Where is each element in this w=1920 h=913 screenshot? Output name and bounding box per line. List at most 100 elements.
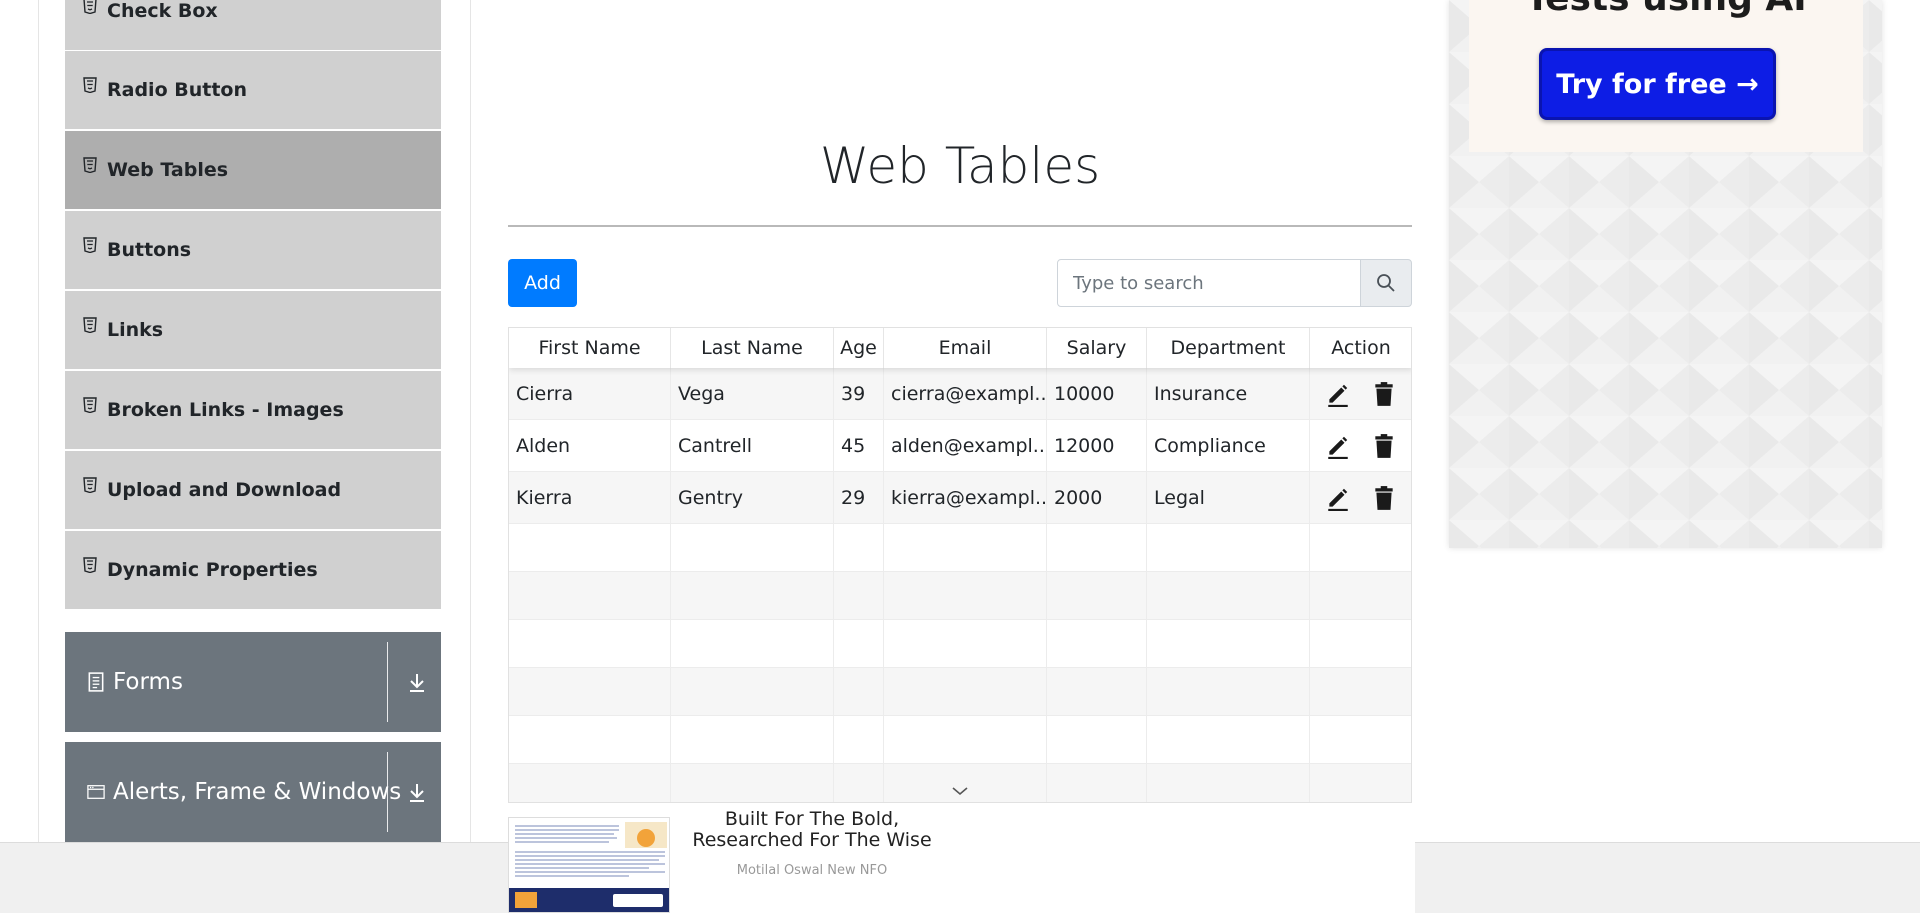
cell-empty [671, 524, 834, 572]
sidebar-item-check-box[interactable]: Check Box [65, 0, 441, 51]
cell-empty [1147, 572, 1310, 620]
window-icon [87, 785, 105, 799]
cell-empty [671, 716, 834, 764]
cell-first: Cierra [509, 368, 671, 420]
cell-empty [1147, 668, 1310, 716]
cell-empty [834, 572, 884, 620]
cell-empty [509, 668, 671, 716]
column-header-email[interactable]: Email [884, 328, 1047, 368]
trash-icon[interactable] [1371, 485, 1397, 511]
ad-title[interactable]: Built For The Bold, Researched For The W… [670, 809, 954, 851]
cell-empty [884, 620, 1047, 668]
sidebar-item-label: Check Box [107, 0, 218, 22]
cell-empty [1047, 668, 1147, 716]
sidebar-item-broken-links-images[interactable]: Broken Links - Images [65, 371, 441, 450]
sidebar-item-label: Links [107, 319, 164, 341]
column-header-department[interactable]: Department [1147, 328, 1310, 368]
cell-empty [671, 620, 834, 668]
cell-empty [884, 524, 1047, 572]
sidebar-item-label: Broken Links - Images [107, 399, 344, 421]
sidebar-item-web-tables[interactable]: Web Tables [65, 131, 441, 210]
column-header-first-name[interactable]: First Name [509, 328, 671, 368]
ad-top-panel: Tests using AI Try for free → [1469, 0, 1863, 152]
cell-empty [1047, 524, 1147, 572]
right-advertisement[interactable]: Tests using AI Try for free → [1449, 0, 1882, 548]
table-row-empty [509, 524, 1411, 572]
cell-empty [1047, 764, 1147, 802]
trash-icon[interactable] [1371, 433, 1397, 459]
cell-empty [834, 524, 884, 572]
table-row-empty [509, 620, 1411, 668]
bottom-advertisement[interactable]: Built For The Bold, Researched For The W… [508, 803, 1415, 913]
cell-last: Cantrell [671, 420, 834, 472]
cell-empty [1310, 668, 1411, 716]
sidebar-item-label: Radio Button [107, 79, 247, 101]
cell-last: Gentry [671, 472, 834, 524]
edit-pencil-icon[interactable] [1325, 381, 1351, 407]
cell-empty [1310, 764, 1411, 802]
cell-age: 45 [834, 420, 884, 472]
search-button[interactable] [1360, 259, 1412, 307]
table-row: Cierra Vega 39 cierra@exampl... 10000 Insuran… [509, 368, 1411, 420]
table-row-empty [509, 572, 1411, 620]
cell-first: Alden [509, 420, 671, 472]
cell-empty [1310, 716, 1411, 764]
cell-empty [671, 668, 834, 716]
cell-empty [834, 620, 884, 668]
table-row: Kierra Gentry 29 kierra@exampl... 2000 Legal [509, 472, 1411, 524]
group-divider [387, 642, 388, 722]
sidebar-item-buttons[interactable]: Buttons [65, 211, 441, 290]
cell-action [1310, 472, 1411, 524]
column-header-action[interactable]: Action [1310, 328, 1411, 368]
sidebar-item-label: Web Tables [107, 159, 229, 181]
column-header-age[interactable]: Age [834, 328, 884, 368]
add-button[interactable]: Add [508, 259, 577, 307]
cell-action [1310, 368, 1411, 420]
cell-empty [884, 572, 1047, 620]
cell-empty [1047, 716, 1147, 764]
cell-first: Kierra [509, 472, 671, 524]
try-for-free-button[interactable]: Try for free → [1539, 48, 1776, 120]
column-header-last-name[interactable]: Last Name [671, 328, 834, 368]
column-header-salary[interactable]: Salary [1047, 328, 1147, 368]
edit-pencil-icon[interactable] [1325, 485, 1351, 511]
edit-pencil-icon[interactable] [1325, 433, 1351, 459]
ad-heading: Tests using AI [1469, 0, 1863, 19]
sidebar-item-links[interactable]: Links [65, 291, 441, 370]
ad-thumbnail[interactable] [508, 817, 670, 913]
group-header-forms[interactable]: Forms [65, 632, 441, 732]
sidebar-item-label: Upload and Download [107, 479, 342, 501]
cell-empty [1047, 572, 1147, 620]
html5-icon [83, 557, 97, 573]
ad-thumbnail-image [509, 818, 669, 912]
table-row: Alden Cantrell 45 alden@exampl... 12000 Compl… [509, 420, 1411, 472]
html5-icon [83, 237, 97, 253]
sidebar-item-dynamic-properties[interactable]: Dynamic Properties [65, 531, 441, 610]
cell-empty [509, 572, 671, 620]
cell-department: Legal [1147, 472, 1310, 524]
download-arrow-icon[interactable] [407, 780, 427, 804]
page-title: Web Tables [819, 137, 1101, 195]
group-divider [387, 752, 388, 832]
title-divider [508, 225, 1412, 227]
cell-department: Insurance [1147, 368, 1310, 420]
sidebar-item-upload-and-download[interactable]: Upload and Download [65, 451, 441, 530]
chevron-down-icon[interactable] [950, 784, 970, 798]
group-header-alerts[interactable]: Alerts, Frame & Windows [65, 742, 441, 842]
cell-empty [1310, 572, 1411, 620]
cell-age: 39 [834, 368, 884, 420]
cell-email: kierra@exampl... [884, 472, 1047, 524]
sidebar-item-radio-button[interactable]: Radio Button [65, 51, 441, 130]
cell-empty [509, 620, 671, 668]
cell-empty [671, 764, 834, 802]
group-label-alerts: Alerts, Frame & Windows [113, 779, 402, 805]
group-label-forms: Forms [113, 669, 183, 695]
cell-salary: 10000 [1047, 368, 1147, 420]
sidebar-item-label: Buttons [107, 239, 192, 261]
table-row-empty [509, 668, 1411, 716]
search-input[interactable] [1057, 259, 1361, 307]
cell-last: Vega [671, 368, 834, 420]
cell-age: 29 [834, 472, 884, 524]
download-arrow-icon[interactable] [407, 670, 427, 694]
trash-icon[interactable] [1371, 381, 1397, 407]
